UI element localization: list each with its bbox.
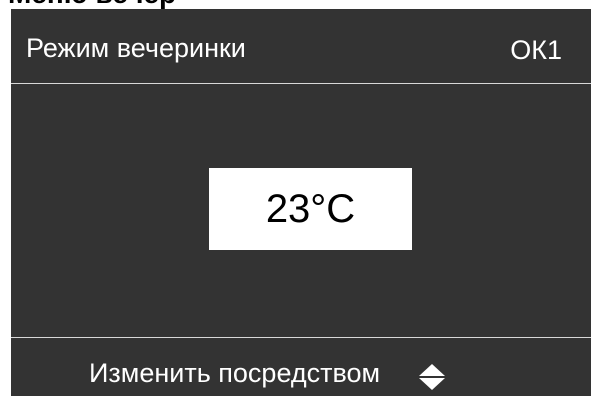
setpoint-area: 23°C xyxy=(11,84,591,337)
temperature-value: 23°C xyxy=(265,186,356,231)
device-display: Режим вечеринки ОК1 23°C Изменить посред… xyxy=(11,9,591,396)
cropped-top-label-strip: Меню вечер xyxy=(0,0,602,9)
mode-title: Режим вечеринки xyxy=(26,33,246,63)
display-header: Режим вечеринки ОК1 xyxy=(11,9,591,83)
up-down-arrows-icon xyxy=(419,364,445,390)
temperature-setpoint-box[interactable]: 23°C xyxy=(209,168,412,250)
cropped-top-label: Меню вечер xyxy=(8,0,176,9)
display-footer: Изменить посредством xyxy=(11,338,591,396)
mode-code: ОК1 xyxy=(510,35,562,65)
change-hint-text: Изменить посредством xyxy=(89,358,381,388)
